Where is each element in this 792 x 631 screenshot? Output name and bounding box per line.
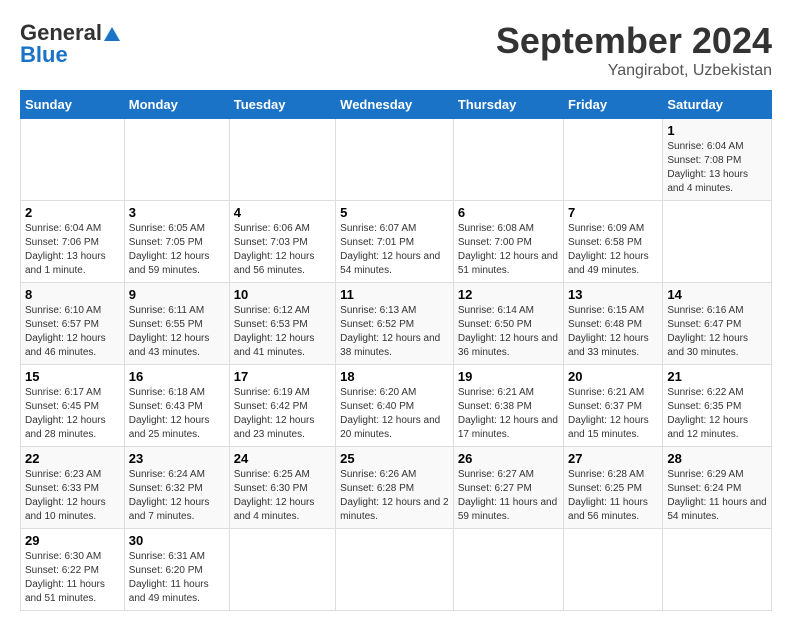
header-day-wednesday: Wednesday bbox=[336, 91, 454, 119]
day-cell-13: 13Sunrise: 6:15 AMSunset: 6:48 PMDayligh… bbox=[564, 283, 663, 365]
calendar-week-2: 2Sunrise: 6:04 AMSunset: 7:06 PMDaylight… bbox=[21, 201, 772, 283]
day-cell-21: 21Sunrise: 6:22 AMSunset: 6:35 PMDayligh… bbox=[663, 365, 772, 447]
empty-cell bbox=[336, 119, 454, 201]
day-cell-6: 6Sunrise: 6:08 AMSunset: 7:00 PMDaylight… bbox=[453, 201, 563, 283]
day-cell-7: 7Sunrise: 6:09 AMSunset: 6:58 PMDaylight… bbox=[564, 201, 663, 283]
day-cell-14: 14Sunrise: 6:16 AMSunset: 6:47 PMDayligh… bbox=[663, 283, 772, 365]
day-cell-24: 24Sunrise: 6:25 AMSunset: 6:30 PMDayligh… bbox=[229, 447, 335, 529]
logo-blue-text: Blue bbox=[20, 42, 68, 68]
calendar-week-5: 22Sunrise: 6:23 AMSunset: 6:33 PMDayligh… bbox=[21, 447, 772, 529]
day-cell-12: 12Sunrise: 6:14 AMSunset: 6:50 PMDayligh… bbox=[453, 283, 563, 365]
empty-cell bbox=[663, 529, 772, 611]
title-block: September 2024 Yangirabot, Uzbekistan bbox=[496, 20, 772, 80]
day-cell-9: 9Sunrise: 6:11 AMSunset: 6:55 PMDaylight… bbox=[124, 283, 229, 365]
day-cell-26: 26Sunrise: 6:27 AMSunset: 6:27 PMDayligh… bbox=[453, 447, 563, 529]
empty-cell bbox=[564, 119, 663, 201]
empty-cell bbox=[229, 529, 335, 611]
calendar-week-3: 8Sunrise: 6:10 AMSunset: 6:57 PMDaylight… bbox=[21, 283, 772, 365]
day-cell-23: 23Sunrise: 6:24 AMSunset: 6:32 PMDayligh… bbox=[124, 447, 229, 529]
day-cell-10: 10Sunrise: 6:12 AMSunset: 6:53 PMDayligh… bbox=[229, 283, 335, 365]
day-cell-29: 29Sunrise: 6:30 AMSunset: 6:22 PMDayligh… bbox=[21, 529, 125, 611]
day-cell-30: 30Sunrise: 6:31 AMSunset: 6:20 PMDayligh… bbox=[124, 529, 229, 611]
empty-cell bbox=[336, 529, 454, 611]
day-cell-3: 3Sunrise: 6:05 AMSunset: 7:05 PMDaylight… bbox=[124, 201, 229, 283]
header-day-monday: Monday bbox=[124, 91, 229, 119]
location-title: Yangirabot, Uzbekistan bbox=[496, 62, 772, 80]
empty-cell bbox=[21, 119, 125, 201]
day-cell-5: 5Sunrise: 6:07 AMSunset: 7:01 PMDaylight… bbox=[336, 201, 454, 283]
day-cell-16: 16Sunrise: 6:18 AMSunset: 6:43 PMDayligh… bbox=[124, 365, 229, 447]
day-cell-2: 2Sunrise: 6:04 AMSunset: 7:06 PMDaylight… bbox=[21, 201, 125, 283]
calendar-week-4: 15Sunrise: 6:17 AMSunset: 6:45 PMDayligh… bbox=[21, 365, 772, 447]
day-cell-18: 18Sunrise: 6:20 AMSunset: 6:40 PMDayligh… bbox=[336, 365, 454, 447]
day-cell-20: 20Sunrise: 6:21 AMSunset: 6:37 PMDayligh… bbox=[564, 365, 663, 447]
calendar-table: SundayMondayTuesdayWednesdayThursdayFrid… bbox=[20, 90, 772, 611]
calendar-header-row: SundayMondayTuesdayWednesdayThursdayFrid… bbox=[21, 91, 772, 119]
day-cell-15: 15Sunrise: 6:17 AMSunset: 6:45 PMDayligh… bbox=[21, 365, 125, 447]
day-cell-8: 8Sunrise: 6:10 AMSunset: 6:57 PMDaylight… bbox=[21, 283, 125, 365]
day-cell-17: 17Sunrise: 6:19 AMSunset: 6:42 PMDayligh… bbox=[229, 365, 335, 447]
day-cell-28: 28Sunrise: 6:29 AMSunset: 6:24 PMDayligh… bbox=[663, 447, 772, 529]
empty-cell bbox=[663, 201, 772, 283]
page-header: General Blue September 2024 Yangirabot, … bbox=[20, 20, 772, 80]
day-cell-1: 1Sunrise: 6:04 AMSunset: 7:08 PMDaylight… bbox=[663, 119, 772, 201]
empty-cell bbox=[124, 119, 229, 201]
empty-cell bbox=[229, 119, 335, 201]
header-day-saturday: Saturday bbox=[663, 91, 772, 119]
calendar-week-6: 29Sunrise: 6:30 AMSunset: 6:22 PMDayligh… bbox=[21, 529, 772, 611]
day-cell-25: 25Sunrise: 6:26 AMSunset: 6:28 PMDayligh… bbox=[336, 447, 454, 529]
month-title: September 2024 bbox=[496, 20, 772, 62]
header-day-friday: Friday bbox=[564, 91, 663, 119]
day-cell-11: 11Sunrise: 6:13 AMSunset: 6:52 PMDayligh… bbox=[336, 283, 454, 365]
logo: General Blue bbox=[20, 20, 120, 68]
empty-cell bbox=[453, 119, 563, 201]
day-cell-19: 19Sunrise: 6:21 AMSunset: 6:38 PMDayligh… bbox=[453, 365, 563, 447]
empty-cell bbox=[453, 529, 563, 611]
calendar-week-1: 1Sunrise: 6:04 AMSunset: 7:08 PMDaylight… bbox=[21, 119, 772, 201]
header-day-thursday: Thursday bbox=[453, 91, 563, 119]
day-cell-4: 4Sunrise: 6:06 AMSunset: 7:03 PMDaylight… bbox=[229, 201, 335, 283]
day-cell-27: 27Sunrise: 6:28 AMSunset: 6:25 PMDayligh… bbox=[564, 447, 663, 529]
day-cell-22: 22Sunrise: 6:23 AMSunset: 6:33 PMDayligh… bbox=[21, 447, 125, 529]
header-day-sunday: Sunday bbox=[21, 91, 125, 119]
empty-cell bbox=[564, 529, 663, 611]
header-day-tuesday: Tuesday bbox=[229, 91, 335, 119]
